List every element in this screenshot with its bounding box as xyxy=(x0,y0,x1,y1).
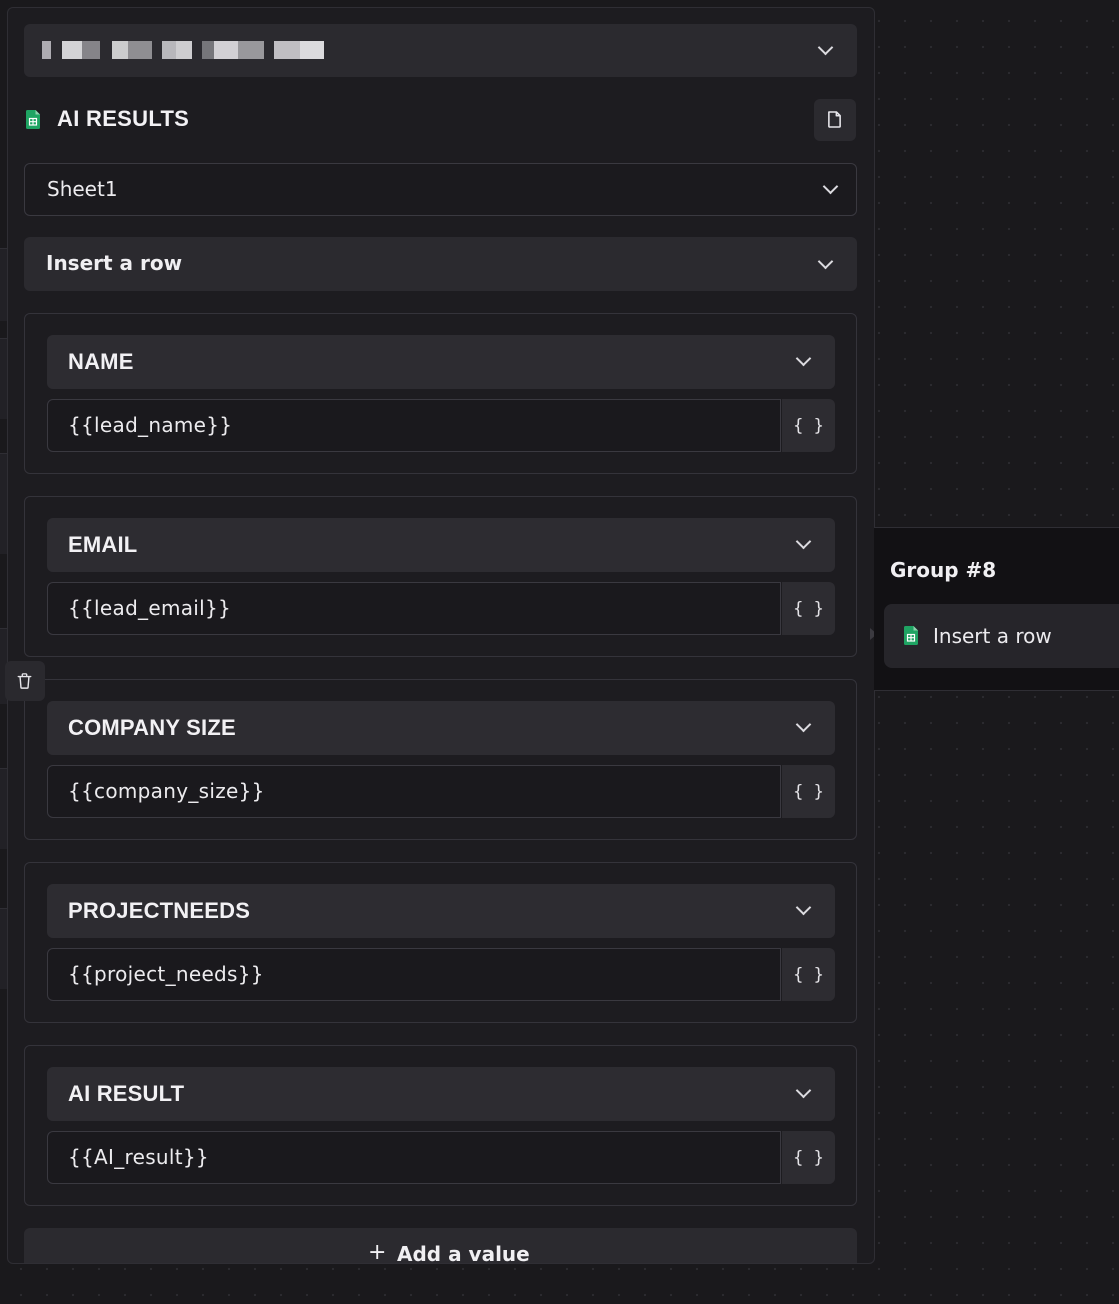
sheet-select[interactable]: Sheet1 xyxy=(24,163,857,216)
chevron-down-icon xyxy=(795,899,812,916)
column-select[interactable]: AI RESULT xyxy=(47,1067,835,1121)
variable-picker-button[interactable]: { } xyxy=(782,948,835,1001)
value-input[interactable]: {{project_needs}} xyxy=(47,948,781,1001)
value-input[interactable]: {{company_size}} xyxy=(47,765,781,818)
chevron-down-icon xyxy=(817,39,834,56)
field-card-name: NAME {{lead_name}} { } xyxy=(24,313,857,474)
variable-picker-button[interactable]: { } xyxy=(782,765,835,818)
column-select-value: PROJECTNEEDS xyxy=(68,898,251,923)
action-select[interactable]: Insert a row xyxy=(24,237,857,291)
column-select[interactable]: COMPANY SIZE xyxy=(47,701,835,755)
column-select-value: AI RESULT xyxy=(68,1081,185,1106)
chevron-down-icon xyxy=(795,1082,812,1099)
account-select[interactable] xyxy=(24,24,857,77)
value-input[interactable]: {{lead_email}} xyxy=(47,582,781,635)
field-card-project-needs: PROJECTNEEDS {{project_needs}} { } xyxy=(24,862,857,1023)
spreadsheet-title: AI RESULTS xyxy=(57,106,190,131)
value-input-text: {{lead_email}} xyxy=(68,596,232,620)
open-spreadsheet-button[interactable] xyxy=(814,99,856,141)
value-input-text: {{AI_result}} xyxy=(68,1145,209,1169)
value-input[interactable]: {{lead_name}} xyxy=(47,399,781,452)
action-select-value: Insert a row xyxy=(46,251,183,275)
workflow-group-node[interactable]: Group #8 Insert a row xyxy=(874,527,1119,691)
sheet-select-value: Sheet1 xyxy=(47,177,118,201)
chevron-down-icon xyxy=(795,533,812,550)
add-value-button[interactable]: + Add a value xyxy=(24,1228,857,1264)
value-input-text: {{company_size}} xyxy=(68,779,265,803)
column-select[interactable]: PROJECTNEEDS xyxy=(47,884,835,938)
plus-icon: + xyxy=(368,1240,387,1264)
value-input-text: {{lead_name}} xyxy=(68,413,233,437)
column-select-value: COMPANY SIZE xyxy=(68,715,236,740)
column-select-value: EMAIL xyxy=(68,532,138,557)
variable-picker-button[interactable]: { } xyxy=(782,582,835,635)
google-sheets-config-panel: AI RESULTS Sheet1 Insert a row NAME {{le… xyxy=(7,7,875,1264)
variable-picker-button[interactable]: { } xyxy=(782,1131,835,1184)
delete-button[interactable] xyxy=(5,661,45,701)
variable-picker-button[interactable]: { } xyxy=(782,399,835,452)
field-card-company-size: COMPANY SIZE {{company_size}} { } xyxy=(24,679,857,840)
workflow-step-insert-row[interactable]: Insert a row xyxy=(884,604,1119,668)
column-select[interactable]: NAME xyxy=(47,335,835,389)
value-input[interactable]: {{AI_result}} xyxy=(47,1131,781,1184)
step-label: Insert a row xyxy=(933,624,1052,648)
trash-icon xyxy=(17,673,32,689)
account-value-redacted xyxy=(42,41,324,59)
google-sheets-icon xyxy=(26,110,40,129)
group-title: Group #8 xyxy=(890,558,997,582)
column-select[interactable]: EMAIL xyxy=(47,518,835,572)
chevron-down-icon xyxy=(822,178,839,195)
document-icon xyxy=(828,111,841,128)
chevron-down-icon xyxy=(795,716,812,733)
value-input-text: {{project_needs}} xyxy=(68,962,264,986)
sheet-header: AI RESULTS xyxy=(24,99,857,143)
column-select-value: NAME xyxy=(68,349,134,374)
chevron-down-icon xyxy=(817,253,834,270)
field-card-email: EMAIL {{lead_email}} { } xyxy=(24,496,857,657)
field-card-ai-result: AI RESULT {{AI_result}} { } xyxy=(24,1045,857,1206)
google-sheets-icon xyxy=(904,626,918,645)
chevron-down-icon xyxy=(795,350,812,367)
add-value-label: Add a value xyxy=(397,1242,530,1264)
